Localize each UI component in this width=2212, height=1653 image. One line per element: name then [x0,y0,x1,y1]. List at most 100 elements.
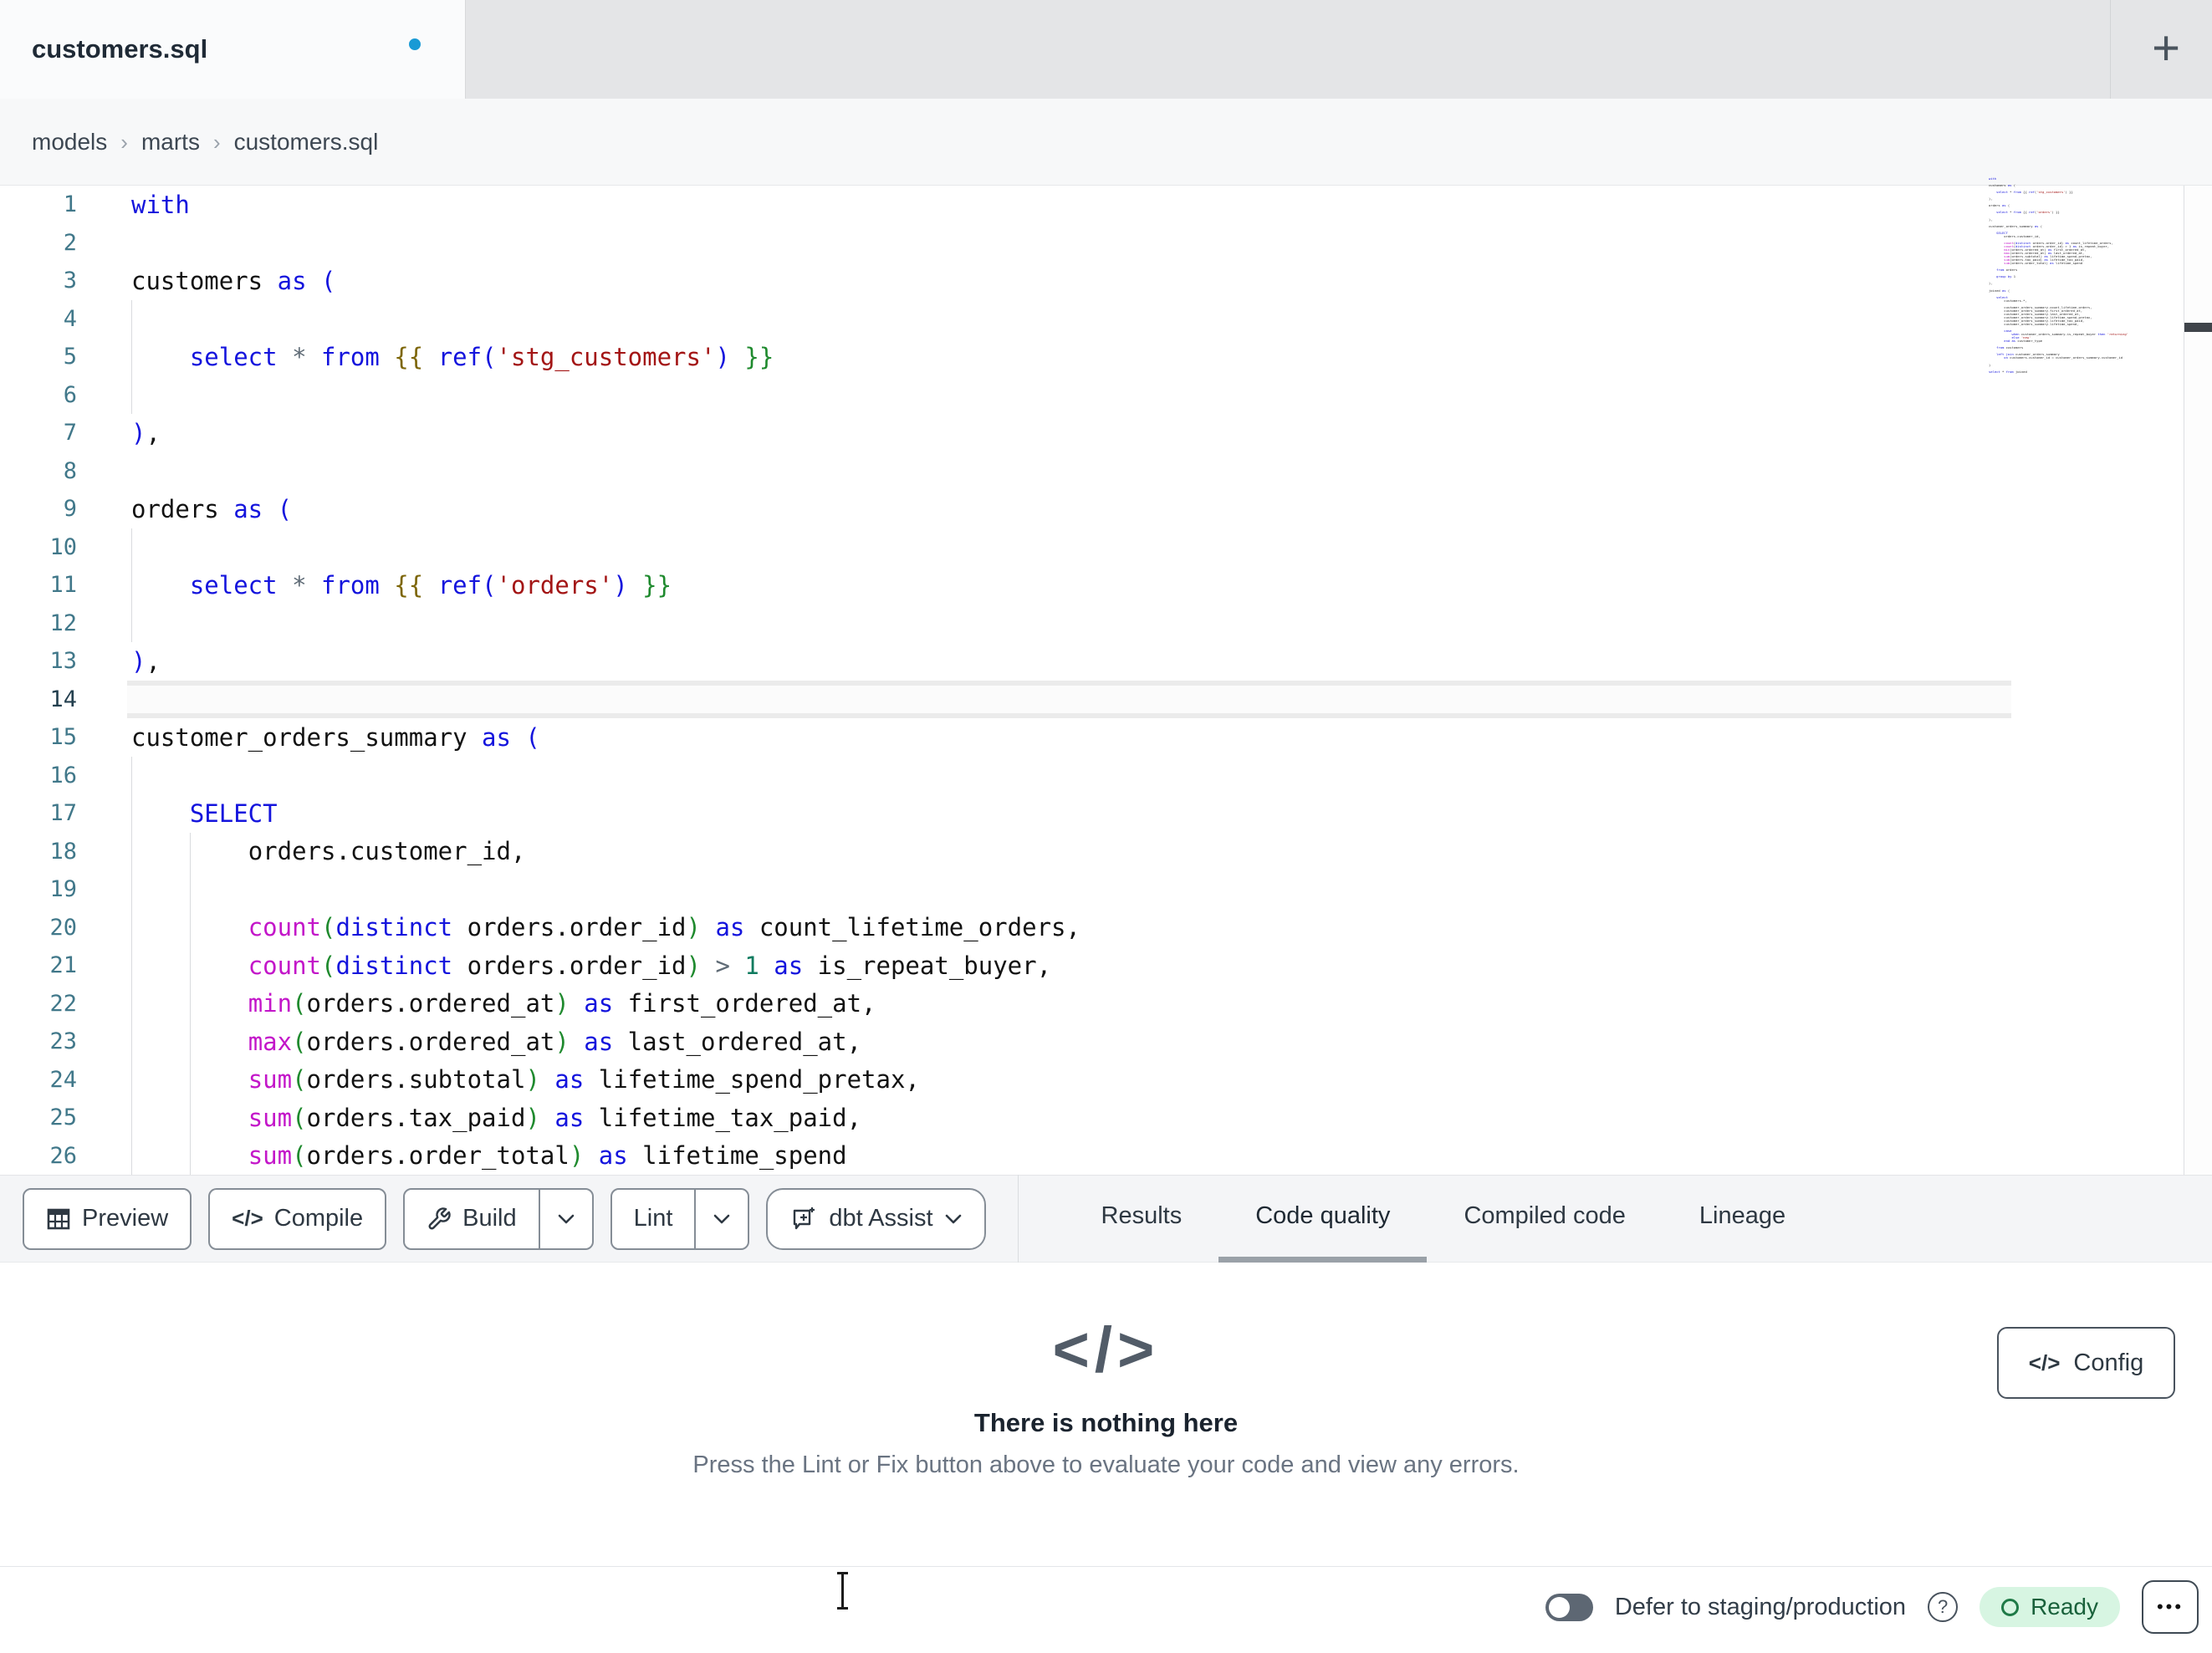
status-badge-label: Ready [2031,1594,2098,1620]
line-number: 3 [63,268,77,294]
line-number: 22 [49,990,77,1017]
line-number: 13 [49,648,77,675]
line-number: 6 [63,381,77,408]
text-cursor-icon [836,1570,849,1610]
build-split-button: Build [403,1187,594,1250]
build-dropdown-button[interactable] [538,1189,592,1248]
line-number: 19 [49,876,77,903]
code-brackets-icon: </> [2028,1349,2061,1375]
code-line-text: count(distinct orders.order_id) > 1 as i… [248,951,1052,980]
line-number: 9 [63,496,77,523]
breadcrumb: models › marts › customers.sql [32,99,378,186]
code-lines: 1 with 2 3 customers as (4 5 select * from {{… [0,186,2212,1175]
line-number: 18 [49,838,77,865]
code-editor[interactable]: 1 with 2 3 customers as (4 5 select * from {{… [0,177,2212,1175]
code-line-6[interactable]: 6 [0,375,2212,414]
code-line-4[interactable]: 4 [0,299,2212,338]
file-tab-customers-sql[interactable]: customers.sql [0,0,466,99]
code-line-text: sum(orders.tax_paid) as lifetime_tax_pai… [248,1103,862,1132]
compile-button[interactable]: </> Compile [208,1187,387,1250]
code-line-9[interactable]: 9 orders as ( [0,490,2212,528]
empty-state-subtitle: Press the Lint or Fix button above to ev… [692,1451,1520,1478]
code-quality-panel: </> There is nothing here Press the Lint… [0,1263,2212,1566]
toolbar-divider [1017,1175,1019,1263]
line-number: 17 [49,800,77,827]
defer-toggle[interactable] [1545,1593,1593,1621]
chevron-down-icon [558,1214,574,1223]
line-number: 15 [49,724,77,751]
code-line-13[interactable]: 13), [0,642,2212,681]
code-line-20[interactable]: 20 count(distinct orders.order_id) as co… [0,908,2212,946]
config-button[interactable]: </> Config [1997,1327,2175,1399]
code-brackets-icon: </> [1052,1314,1160,1385]
code-line-5[interactable]: 5 select * from {{ ref('stg_customers') … [0,338,2212,376]
panel-tab-code-quality[interactable]: Code quality [1218,1175,1428,1263]
code-line-text: sum(orders.order_total) as lifetime_spen… [248,1141,847,1171]
code-line-15[interactable]: 15 customer_orders_summary as ( [0,718,2212,757]
indent-guide [131,375,132,414]
defer-label: Defer to staging/production [1614,1593,1907,1620]
code-line-3[interactable]: 3 customers as ( [0,262,2212,300]
code-line-24[interactable]: 24 sum(orders.subtotal) as lifetime_spen… [0,1060,2212,1099]
code-line-text: select * from {{ ref('stg_customers') }} [189,342,774,371]
code-line-16[interactable]: 16 [0,756,2212,794]
code-line-23[interactable]: 23 max(orders.ordered_at) as last_ordere… [0,1023,2212,1061]
code-minimap[interactable]: with customers as ( select * from {{ ref… [1989,177,2178,395]
breadcrumb-customers-sql[interactable]: customers.sql [234,129,379,156]
active-line-highlight [127,680,2011,718]
indent-guide [131,604,132,642]
toolbar-buttons: Preview </> Compile Build Lint dbt Assis… [0,1187,986,1250]
chevron-down-icon [945,1214,961,1223]
code-line-22[interactable]: 22 min(orders.ordered_at) as first_order… [0,984,2212,1023]
config-button-label: Config [2073,1349,2144,1376]
panel-tab-lineage[interactable]: Lineage [1663,1175,1822,1263]
indent-guide [131,528,132,566]
code-line-text: customer_orders_summary as ( [131,722,540,752]
chevron-down-icon [714,1214,730,1223]
code-line-18[interactable]: 18 orders.customer_id, [0,832,2212,870]
code-line-17[interactable]: 17 SELECT [0,794,2212,833]
scrollbar-thumb[interactable] [2184,323,2212,332]
status-badge[interactable]: Ready [1980,1587,2120,1627]
line-number: 10 [49,533,77,560]
code-line-14[interactable]: 14 [0,680,2212,718]
chat-sparkle-icon [794,1207,815,1229]
code-line-26[interactable]: 26 sum(orders.order_total) as lifetime_s… [0,1136,2212,1175]
editor-scrollbar[interactable] [2184,186,2212,1175]
code-line-10[interactable]: 10 [0,528,2212,566]
preview-button[interactable]: Preview [23,1187,192,1250]
help-question-icon[interactable]: ? [1928,1592,1959,1622]
code-line-11[interactable]: 11 select * from {{ ref('orders') }} [0,566,2212,605]
lint-dropdown-button[interactable] [694,1189,748,1248]
code-line-2[interactable]: 2 [0,224,2212,263]
dbt-assist-button[interactable]: dbt Assist [766,1187,986,1250]
code-line-7[interactable]: 7), [0,414,2212,452]
code-line-12[interactable]: 12 [0,604,2212,642]
panel-tab-compiled-code[interactable]: Compiled code [1427,1175,1662,1263]
unsaved-changes-dot-icon [409,38,421,50]
status-ring-icon [2001,1598,2020,1616]
build-button-label: Build [462,1205,517,1232]
code-line-1[interactable]: 1 with [0,186,2212,224]
code-line-19[interactable]: 19 [0,870,2212,909]
code-line-text: max(orders.ordered_at) as last_ordered_a… [248,1027,862,1056]
line-number: 24 [49,1066,77,1093]
new-tab-button[interactable]: + [2133,15,2199,82]
panel-tab-results[interactable]: Results [1065,1175,1219,1263]
more-options-button[interactable]: ••• [2142,1580,2199,1634]
code-line-text: orders as ( [131,494,293,523]
code-line-8[interactable]: 8 [0,452,2212,491]
line-number: 5 [63,344,77,370]
breadcrumb-models[interactable]: models [32,129,107,156]
breadcrumb-marts[interactable]: marts [141,129,200,156]
build-button[interactable]: Build [405,1190,539,1248]
code-line-25[interactable]: 25 sum(orders.tax_paid) as lifetime_tax_… [0,1099,2212,1137]
line-number: 25 [49,1105,77,1131]
line-number: 7 [63,420,77,446]
tab-strip-divider [2110,0,2111,99]
lint-button[interactable]: Lint [612,1190,695,1248]
dbt-ide-window: customers.sql + models › marts › custome… [0,0,2212,1653]
code-line-21[interactable]: 21 count(distinct orders.order_id) > 1 a… [0,946,2212,985]
dbt-assist-label: dbt Assist [829,1205,933,1232]
lint-button-label: Lint [633,1205,673,1232]
